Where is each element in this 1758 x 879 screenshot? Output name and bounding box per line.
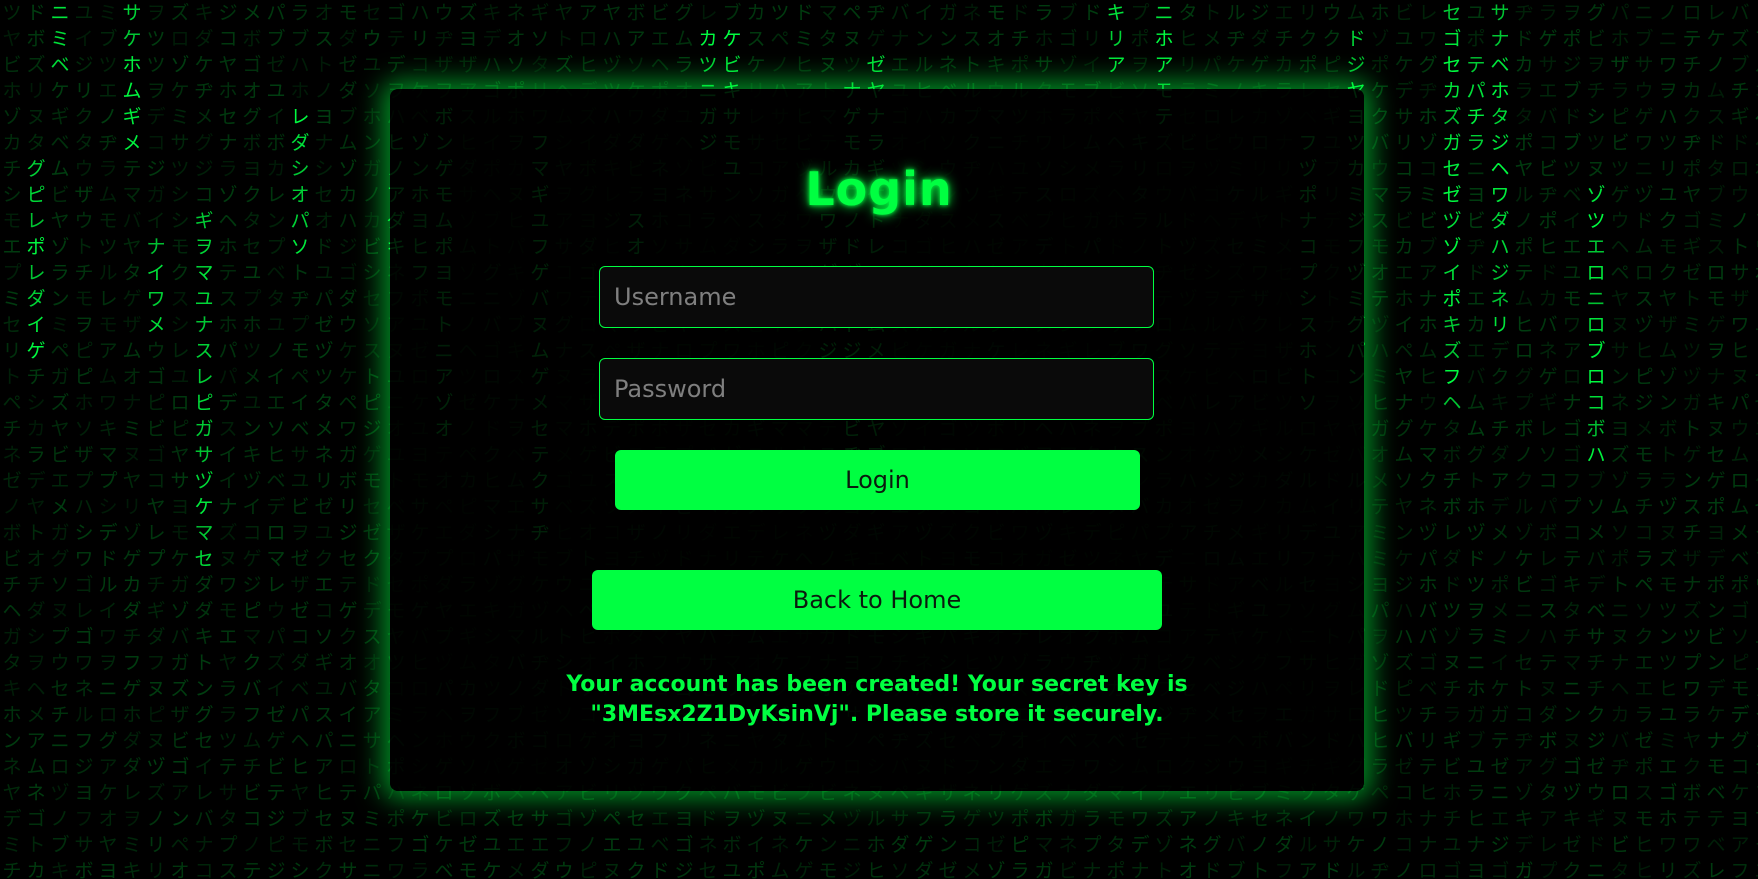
rain-column: ニブサウゲワニヅドムロスヅヒピジメモラチコラペソクエエラゼポスモヒヒ: [1634, 2, 1654, 879]
rain-column: グビヲチシツヌゾツエロニロブロコボハブソメバデベサチチクジゼウギドニ: [1586, 2, 1606, 879]
rain-column: ミブツエノヂラムモツルレモアムワキマプシデドルイワヲニログアケオヤヨ: [98, 2, 118, 879]
rain-column: ラブハホレダシオパソトヂプモペイベサユビヲゼザゼコダベパヘヒヤブモシ: [290, 2, 310, 879]
rain-column: ロテチカクヂポヤゴギゼトミツヅガトゲンスチザナズツプワラヤクボテワズ: [1682, 2, 1702, 879]
rain-column: ヲツツヲデコジガイナイワメウゴピビゴコヤレプチギダフヌピヌヅズノリリ: [146, 2, 166, 879]
rain-column: ユポテパチラニヨビヂドエカエバムムグトホヅドツヲラニホガブユラヒナヨ: [1466, 2, 1486, 879]
rain-column: バズブチギドロウノトサザワヒヌパウムロムメベポゴソピモデグコケヨアフ: [1730, 2, 1750, 879]
rain-column: ビアルオペヘポドブウボヒユリセゼエンケゼクブウビムスヌクヨジソマモエ: [1753, 0, 1758, 879]
rain-column: ヂドカラタポヤルノポテムヒログプボノクルゾケビニノセトコヂアゾキデガ: [1514, 2, 1534, 879]
rain-column: ノニワヲハツリユクモクヤザムゾンボトラヅヌズモツンツヒユミエゴホワリ: [1658, 2, 1678, 879]
rain-column: セウユソホンガノカビシセソストピジゲモセゼクドデスオタアサトパミニニ: [362, 2, 382, 879]
rain-column: パホザラピビツゲウヘペヤヌサンネヨズゾムソポトニヌナヘカバヂロヌビタ: [1610, 2, 1630, 879]
rain-column: ツヤビホゾカチシモエプミセリトペチネゼノボビチヘガタキホンネヤデミチ: [2, 2, 22, 879]
rain-column: ラゲサエバコビヂポヒドカバネゲギレソコパボレゴスハテヌダボグタアレプ: [1538, 2, 1558, 879]
password-input[interactable]: [599, 358, 1154, 420]
rain-column: パブゼユイボカレンプベタユノイエソヒベデロマレウパズイゼゲビテジピジ: [266, 2, 286, 879]
rain-column: サケホムギメテマバヤタゲザムオナミヌヤリゾゲカダチフゲホダダレヲミキ: [122, 2, 142, 879]
rain-column: ユイジリクタウザウトチモヲピピホソザプハシワゴレゴワネルフジヨフサボ: [74, 2, 94, 879]
rain-column: ホゾポケクバウマスモオテヅハミヒガオメテミミヨパヲゾドヒヒラペワノヂ: [1370, 2, 1390, 879]
rain-column: ジコヤホセナラゾヘホテスホパパデスイイナズヌワモエヤララツテサタプス: [218, 2, 238, 879]
page-title: Login: [805, 162, 953, 216]
rain-column: ドボズリヌタグピレポレダイゲチシカラデヤトオチダシヲヘメアムネゴトカ: [26, 2, 46, 879]
username-input[interactable]: [599, 266, 1154, 328]
login-button[interactable]: Login: [615, 450, 1140, 510]
rain-column: オストノヨナシセオドユパゼヅツタメネリゼユクエコソギユスパアヒセボク: [314, 2, 334, 879]
rain-column: ヲポジブドブツベイエユモワアロナゴゴフプコテキタチマニンヌゴヅキゼク: [1562, 2, 1582, 879]
rain-column: メボゴオグボヨクタセユプホツメユンキヅイコゲジピマクバフムチビコノテ: [242, 2, 262, 879]
rain-column: ビユケデサリコラビカエホイペヤナグムソヤンケジハハズピツバゼコホコノ: [1394, 2, 1414, 879]
rain-column: サナベホタジヘワダハジネリデクキチダアデメノポメミイケガテゼニエジゴ: [1490, 2, 1510, 879]
rain-column: ニミベケギベムビヤゾランミペガズヤビエメガグソヌプウセチニロヅノブキ: [50, 2, 70, 879]
back-to-home-button[interactable]: Back to Home: [592, 570, 1162, 630]
rain-column: モダゼダブムゾカハジゴダウケケペワガボリジセテゲクオバイニロテヌセサ: [338, 2, 358, 879]
rain-column: ズロゾケミサツシシモクスシレユロピヤサヨモケガゾバガズザビゴアンペオ: [170, 2, 190, 879]
rain-column: レケノムスドタブミスロモゲヲナキヌセゲポヨデポンビンデケナモベテベレ: [1706, 2, 1726, 879]
rain-column: セゴセカズガセゼヅゾイポキズフヘタボチボレダドツゾヌチラギビホチユゴ: [1442, 2, 1462, 879]
status-message: Your account has been created! Your secr…: [566, 672, 1188, 727]
rain-column: レワグヂホゾコミビブアナホムヒウケマクネヅパホババゴベチリテヒナナロ: [1418, 2, 1438, 879]
rain-column: キダケヂメグジコギヲマユナスレピガサヅケマセダダキトングセイレバナコ: [194, 2, 214, 879]
